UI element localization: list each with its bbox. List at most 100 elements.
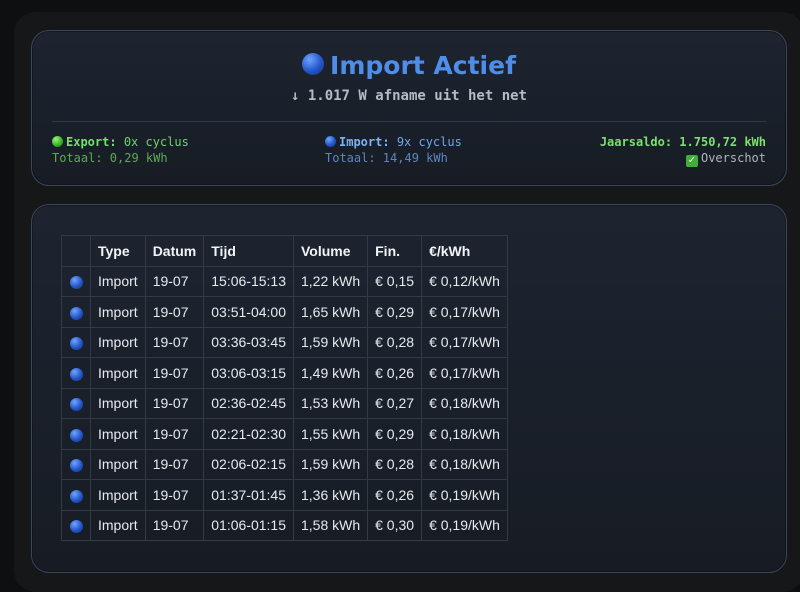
table-header-row: Type Datum Tijd Volume Fin. €/kWh — [61, 235, 508, 267]
table-cell: 1,59 kWh — [292, 326, 369, 358]
table-cell: Import — [90, 357, 146, 389]
blue-circle-icon — [325, 136, 336, 147]
checkmark-icon: ✓ — [685, 155, 698, 167]
import-label: Import: — [339, 135, 390, 149]
table-row: Import 19-07 03:51-04:00 1,65 kWh € 0,29 € 0,… — [61, 296, 508, 328]
blue-circle-icon — [302, 53, 325, 75]
table-cell: 19-07 — [144, 265, 205, 297]
row-icon-cell — [61, 418, 91, 450]
table-cell: 19-07 — [144, 326, 205, 358]
table-cell: 1,65 kWh — [292, 296, 369, 328]
table-cell: 1,55 kWh — [292, 418, 369, 450]
table-cell: 02:36-02:45 — [203, 387, 294, 419]
blue-circle-icon — [69, 367, 83, 381]
row-icon-cell — [61, 357, 91, 389]
column-header-icon — [61, 235, 91, 267]
export-cycles: 0x cyclus — [123, 135, 189, 149]
blue-circle-icon — [69, 276, 83, 290]
table-cell: € 0,12/kWh — [421, 265, 508, 297]
divider — [52, 121, 766, 122]
table-cell: € 0,29 — [367, 296, 423, 328]
blue-circle-icon — [69, 306, 83, 320]
table-cell: Import — [90, 509, 146, 541]
table-row: Import 19-07 01:06-01:15 1,58 kWh € 0,30 € 0,… — [61, 509, 508, 541]
table-cell: € 0,26 — [367, 479, 423, 511]
session-table: Type Datum Tijd Volume Fin. €/kWh Import 19-07… — [61, 235, 508, 541]
balance-note: Overschot — [700, 151, 766, 165]
table-cell: Import — [90, 448, 146, 480]
table-cell: 19-07 — [144, 357, 205, 389]
table-cell: Import — [90, 387, 146, 419]
table-cell: 1,58 kWh — [292, 509, 369, 541]
table-cell: 1,36 kWh — [292, 479, 369, 511]
table-cell: € 0,18/kWh — [421, 418, 508, 450]
table-cell: € 0,19/kWh — [421, 509, 508, 541]
table-cell: Import — [90, 265, 146, 297]
blue-circle-icon — [69, 520, 83, 534]
row-icon-cell — [61, 448, 91, 480]
table-cell: € 0,19/kWh — [421, 479, 508, 511]
status-title: Import Actief — [330, 51, 516, 80]
table-cell: € 0,17/kWh — [421, 296, 508, 328]
status-title-row: Import Actief — [32, 51, 786, 80]
table-cell: 1,49 kWh — [292, 357, 369, 389]
table-cell: € 0,27 — [367, 387, 423, 419]
export-total: Totaal: 0,29 kWh — [52, 151, 168, 165]
table-cell: 19-07 — [144, 387, 205, 419]
table-cell: Import — [90, 479, 146, 511]
table-cell: 03:36-03:45 — [203, 326, 294, 358]
table-cell: € 0,29 — [367, 418, 423, 450]
table-cell: € 0,26 — [367, 357, 423, 389]
table-cell: 15:06-15:13 — [203, 265, 294, 297]
column-header: Tijd — [203, 235, 294, 267]
import-stat: Import: 9x cyclus Totaal: 14,49 kWh — [325, 134, 462, 166]
table-cell: 02:21-02:30 — [203, 418, 294, 450]
table-cell: 19-07 — [144, 296, 205, 328]
table-cell: € 0,17/kWh — [421, 357, 508, 389]
table-cell: 19-07 — [144, 418, 205, 450]
blue-circle-icon — [69, 459, 83, 473]
table-body: Import 19-07 15:06-15:13 1,22 kWh € 0,15 € 0,… — [61, 265, 508, 541]
table-cell: 02:06-02:15 — [203, 448, 294, 480]
row-icon-cell — [61, 326, 91, 358]
table-cell: Import — [90, 418, 146, 450]
table-cell: 03:06-03:15 — [203, 357, 294, 389]
table-cell: € 0,15 — [367, 265, 423, 297]
row-icon-cell — [61, 387, 91, 419]
table-cell: Import — [90, 296, 146, 328]
history-card: Type Datum Tijd Volume Fin. €/kWh Import 19-07… — [31, 204, 787, 573]
column-header: Type — [90, 235, 146, 267]
row-icon-cell — [61, 479, 91, 511]
table-cell: 19-07 — [144, 509, 205, 541]
table-cell: € 0,18/kWh — [421, 387, 508, 419]
table-cell: 19-07 — [144, 448, 205, 480]
table-cell: 1,53 kWh — [292, 387, 369, 419]
table-cell: 19-07 — [144, 479, 205, 511]
export-label: Export: — [66, 135, 117, 149]
export-stat: Export: 0x cyclus Totaal: 0,29 kWh — [52, 134, 189, 166]
blue-circle-icon — [69, 398, 83, 412]
status-card: Import Actief ↓ 1.017 W afname uit het n… — [31, 30, 787, 186]
status-subtitle: ↓ 1.017 W afname uit het net — [290, 88, 527, 104]
blue-circle-icon — [69, 428, 83, 442]
balance-stat: Jaarsaldo: 1.750,72 kWh ✓ Overschot — [600, 134, 766, 167]
table-cell: 03:51-04:00 — [203, 296, 294, 328]
column-header: Datum — [144, 235, 205, 267]
year-balance: Jaarsaldo: 1.750,72 kWh — [599, 135, 766, 149]
table-cell: 1,22 kWh — [292, 265, 369, 297]
row-icon-cell — [61, 265, 91, 297]
table-row: Import 19-07 03:06-03:15 1,49 kWh € 0,26 € 0,… — [61, 357, 508, 389]
green-circle-icon — [52, 136, 63, 147]
row-icon-cell — [61, 296, 91, 328]
table-row: Import 19-07 15:06-15:13 1,22 kWh € 0,15 € 0,… — [61, 265, 508, 297]
table-row: Import 19-07 03:36-03:45 1,59 kWh € 0,28 € 0,… — [61, 326, 508, 358]
column-header: Volume — [292, 235, 369, 267]
blue-circle-icon — [69, 337, 83, 351]
table-row: Import 19-07 02:06-02:15 1,59 kWh € 0,28 € 0,… — [61, 448, 508, 480]
table-cell: 1,59 kWh — [292, 448, 369, 480]
table-cell: Import — [90, 326, 146, 358]
table-cell: 01:37-01:45 — [203, 479, 294, 511]
table-cell: € 0,28 — [367, 448, 423, 480]
table-row: Import 19-07 02:21-02:30 1,55 kWh € 0,29 € 0,… — [61, 418, 508, 450]
column-header: €/kWh — [421, 235, 508, 267]
